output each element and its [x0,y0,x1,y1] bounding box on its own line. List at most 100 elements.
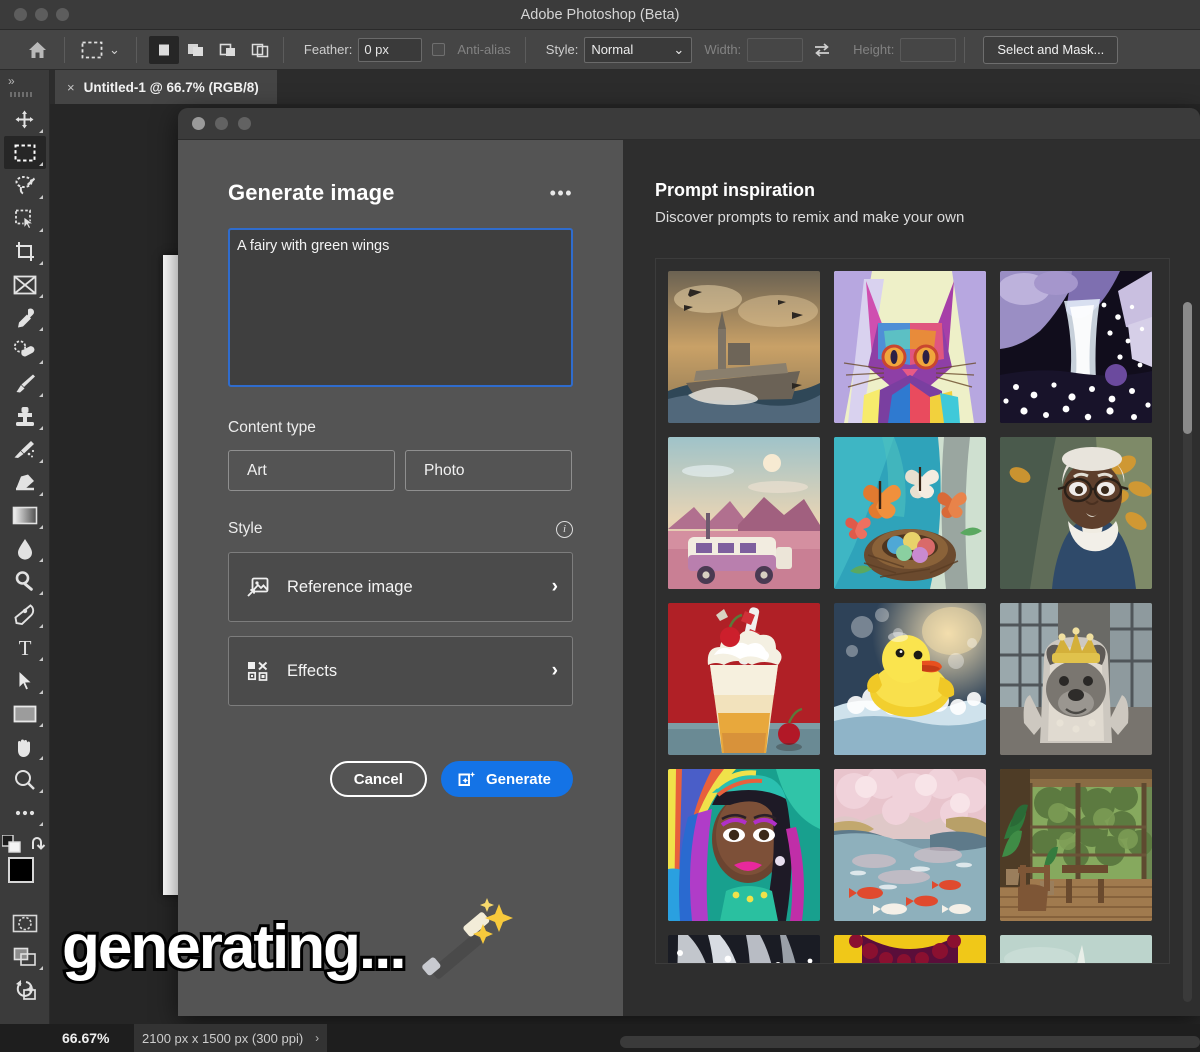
document-info[interactable]: 2100 px x 1500 px (300 ppi) › [134,1024,328,1052]
chevron-down-icon: ⌄ [673,41,685,57]
toolbar-drag-handle[interactable] [10,92,32,97]
chevron-right-icon: › [551,660,558,681]
overflow-menu-icon[interactable]: ••• [550,184,573,202]
inspiration-title: Prompt inspiration [655,180,816,200]
foreground-color-swatch[interactable] [7,857,34,883]
move-tool[interactable] [4,103,46,136]
thumb-pale-mint[interactable] [1000,935,1152,963]
swap-colors-icon[interactable] [30,836,47,852]
thumb-rubber-duck[interactable] [834,603,986,755]
home-icon[interactable] [18,35,56,65]
spot-healing-brush-tool[interactable] [4,334,46,367]
add-to-selection-button[interactable] [181,36,211,64]
thumb-royal-bulldog[interactable] [1000,603,1152,755]
feather-input[interactable] [358,37,423,62]
horizontal-scrollbar[interactable] [620,1036,1200,1048]
effects-label: Effects [287,661,338,680]
lasso-tool[interactable] [4,169,46,202]
inspiration-scrollbar[interactable] [1183,302,1192,1002]
rectangle-tool[interactable] [4,697,46,730]
zoom-tool[interactable] [4,763,46,796]
generative-fill-icon[interactable] [4,973,46,1006]
thumb-elder-portrait[interactable] [1000,437,1152,589]
subtract-from-selection-button[interactable] [213,36,243,64]
width-input[interactable] [747,37,804,62]
thumb-battleship-at-sea[interactable] [668,271,820,423]
thumb-magenta-gold[interactable] [834,935,986,963]
height-input[interactable] [900,37,957,62]
thumb-milkshake[interactable] [668,603,820,755]
collapse-toolbar-icon[interactable]: » [0,70,49,90]
clone-stamp-tool[interactable] [4,400,46,433]
blur-tool[interactable] [4,532,46,565]
frame-tool[interactable] [4,268,46,301]
thumb-jungle-veranda[interactable] [1000,769,1152,921]
style-section-header: Style i [228,520,573,538]
type-tool[interactable]: T [4,631,46,664]
path-selection-tool[interactable] [4,664,46,697]
history-brush-tool[interactable] [4,433,46,466]
selection-mode-group[interactable] [148,35,275,64]
hand-tool[interactable] [4,730,46,763]
dialog-traffic-light-group[interactable] [192,117,251,130]
generate-image-dialog[interactable]: Generate image ••• Content type Art Phot… [178,108,1200,1016]
zoom-level[interactable]: 66.67% [62,1030,134,1046]
thumb-woman-colorful[interactable] [668,769,820,921]
document-tab[interactable]: × Untitled-1 @ 66.7% (RGB/8) [55,70,277,104]
default-colors-row[interactable] [0,835,49,853]
style-select[interactable]: Normal ⌄ [584,36,693,63]
dialog-title-bar [178,108,1200,140]
divider [64,36,65,63]
reference-image-row[interactable]: Reference image › [228,552,573,622]
brush-tool[interactable] [4,367,46,400]
chevron-right-icon[interactable]: › [315,1031,319,1045]
dialog-zoom-button[interactable] [238,117,251,130]
select-and-mask-button[interactable]: Select and Mask... [983,35,1119,64]
sparkle-image-icon [458,771,476,786]
swap-arrows-icon[interactable] [813,42,831,58]
thumb-purple-waterfall[interactable] [1000,271,1152,423]
new-selection-button[interactable] [148,35,179,64]
content-type-photo-button[interactable]: Photo [405,450,572,491]
eraser-tool[interactable] [4,466,46,499]
content-type-art-button[interactable]: Art [228,450,395,491]
tool-preset-picker[interactable]: ⌄ [73,41,128,59]
thumb-koi-pond[interactable] [834,769,986,921]
thumb-desert-camper[interactable] [668,437,820,589]
dialog-actions: Cancel Generate [228,761,573,797]
object-selection-tool[interactable] [4,202,46,235]
anti-alias-checkbox[interactable] [432,43,446,56]
tools-panel: » T [0,70,50,1052]
prompt-input[interactable] [228,228,573,387]
default-colors-icon[interactable] [2,835,21,853]
dialog-minimize-button[interactable] [215,117,228,130]
eyedropper-tool[interactable] [4,301,46,334]
generate-button[interactable]: Generate [440,761,573,797]
gradient-tool[interactable] [4,499,46,532]
feather-label: Feather: [303,42,353,57]
thumb-silver-texture[interactable] [668,935,820,963]
quick-mask-icon[interactable] [4,907,46,940]
status-bar: 66.67% 2100 px x 1500 px (300 ppi) › [0,1024,1200,1052]
edit-toolbar-tool[interactable] [4,796,46,829]
pen-tool[interactable] [4,598,46,631]
rectangular-marquee-tool[interactable] [3,136,46,169]
effects-row[interactable]: Effects › [228,636,573,706]
close-icon[interactable]: × [67,80,75,95]
info-icon[interactable]: i [556,520,573,538]
thumb-nest-butterflies[interactable] [834,437,986,589]
app-title: Adobe Photoshop (Beta) [520,6,680,23]
dialog-close-button[interactable] [192,117,205,130]
cancel-button[interactable]: Cancel [329,761,427,797]
content-type-group[interactable]: Art Photo [228,450,573,491]
screen-mode-icon[interactable] [4,940,46,973]
intersect-with-selection-button[interactable] [245,36,275,64]
photoshop-window: Adobe Photoshop (Beta) ⌄ Feather: 0 px A… [0,0,1200,1052]
inspiration-grid-container[interactable] [655,258,1170,964]
color-swatches[interactable] [4,855,48,899]
crop-tool[interactable] [4,235,46,268]
dodge-tool[interactable] [4,565,46,598]
scrollbar-thumb[interactable] [1183,302,1192,434]
thumb-geometric-cat[interactable] [834,271,986,423]
chevron-down-icon[interactable]: ⌄ [109,42,120,58]
